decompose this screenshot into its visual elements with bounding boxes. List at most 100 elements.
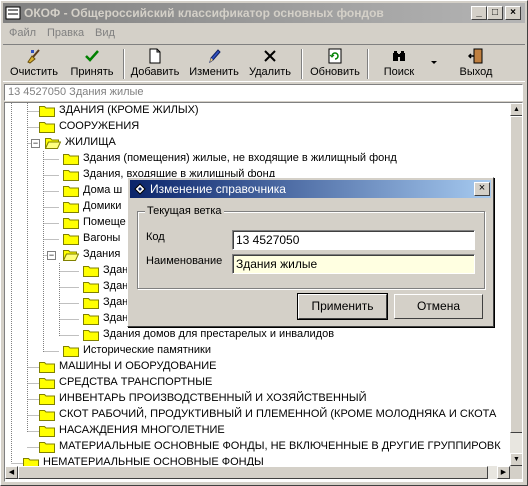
edit-button[interactable]: Изменить — [185, 47, 243, 81]
title-bar[interactable]: ОКОФ - Общероссийский классификатор осно… — [3, 3, 525, 23]
new-document-icon — [147, 48, 163, 64]
search-button[interactable]: Поиск — [371, 47, 427, 81]
exit-door-icon — [467, 48, 484, 64]
tree-item-label: МАШИНЫ И ОБОРУДОВАНИЕ — [59, 360, 217, 372]
edit-reference-dialog: Изменение справочника × Текущая ветка Ко… — [127, 177, 494, 327]
code-field[interactable]: 13 4527050 — [232, 230, 475, 250]
toolbar-separator — [367, 49, 369, 79]
tree-item-label: ИНВЕНТАРЬ ПРОИЗВОДСТВЕННЫЙ И ХОЗЯЙСТВЕНН… — [59, 392, 367, 404]
dropdown-arrow-icon — [431, 61, 437, 64]
pencil-icon — [206, 48, 222, 64]
current-branch-group — [137, 211, 485, 289]
name-field[interactable]: Здания жилые — [232, 254, 475, 274]
dialog-close-button[interactable]: × — [474, 182, 490, 196]
tree-item-label: Дома ш — [83, 184, 123, 196]
folder-icon — [39, 426, 55, 437]
folder-icon — [83, 330, 99, 341]
tree-item-label: Здан — [103, 280, 129, 292]
horizontal-scrollbar[interactable]: ◀ ▶ — [5, 466, 510, 479]
refresh-label: Обновить — [310, 66, 360, 78]
tree-item-label: МАТЕРИАЛЬНЫЕ ОСНОВНЫЕ ФОНДЫ, НЕ ВКЛЮЧЕНН… — [59, 440, 501, 452]
folder-icon — [83, 314, 99, 325]
delete-x-icon — [262, 48, 278, 64]
tree-item-label: Здания — [83, 248, 121, 260]
apply-button[interactable]: Применить — [297, 293, 388, 320]
folder-icon — [39, 122, 55, 133]
scrollbar-corner — [510, 466, 522, 479]
scroll-down-arrow-icon[interactable]: ▼ — [510, 453, 522, 466]
search-dropdown-arrow[interactable] — [427, 47, 441, 81]
menu-view[interactable]: Вид — [95, 27, 115, 39]
folder-icon — [83, 282, 99, 293]
dialog-title: Изменение справочника — [150, 182, 286, 196]
toolbar: Очистить Принять Добавить Изменить Удали… — [3, 44, 525, 82]
check-icon — [84, 48, 100, 64]
dialog-title-bar[interactable]: Изменение справочника × — [130, 180, 491, 198]
scroll-right-arrow-icon[interactable]: ▶ — [497, 466, 510, 479]
folder-icon — [39, 362, 55, 373]
tree-item-label: Здания (помещения) жилые, не входящие в … — [83, 152, 397, 164]
menu-edit[interactable]: Правка — [47, 27, 84, 39]
window-title: ОКОФ - Общероссийский классификатор осно… — [24, 6, 384, 20]
folder-icon — [63, 346, 79, 357]
refresh-button[interactable]: Обновить — [305, 47, 365, 81]
folder-icon — [39, 106, 55, 117]
accept-button[interactable]: Принять — [65, 47, 119, 81]
horizontal-scroll-thumb[interactable] — [18, 466, 488, 479]
tree-item-label: Домики — [83, 200, 122, 212]
refresh-icon — [327, 48, 343, 64]
broom-icon — [26, 48, 42, 64]
menu-bar: Файл Правка Вид — [3, 24, 525, 43]
delete-label: Удалить — [249, 66, 291, 78]
vertical-scrollbar[interactable]: ▲ ▼ — [510, 103, 522, 466]
tree-item-label: СООРУЖЕНИЯ — [59, 120, 140, 132]
folder-icon — [39, 442, 55, 453]
menu-file[interactable]: Файл — [9, 27, 36, 39]
folder-icon — [39, 378, 55, 389]
tree-item-label: Здан — [103, 264, 129, 276]
accept-label: Принять — [70, 66, 114, 78]
group-caption: Текущая ветка — [145, 205, 224, 217]
add-label: Добавить — [130, 66, 180, 78]
tree-item-label: Здан — [103, 296, 129, 308]
tree-item-label: Здан — [103, 312, 129, 324]
tree-item-label: НАСАЖДЕНИЯ МНОГОЛЕТНИЕ — [59, 424, 225, 436]
maximize-button[interactable]: □ — [487, 6, 503, 20]
search-label: Поиск — [383, 66, 415, 78]
close-button[interactable]: × — [505, 6, 521, 20]
tree-item-label: СКОТ РАБОЧИЙ, ПРОДУКТИВНЫЙ И ПЛЕМЕННОЙ (… — [59, 408, 497, 420]
cancel-button[interactable]: Отмена — [394, 294, 483, 319]
scroll-up-arrow-icon[interactable]: ▲ — [510, 103, 522, 116]
add-button[interactable]: Добавить — [127, 47, 183, 81]
folder-icon — [63, 202, 79, 213]
toolbar-separator — [301, 49, 303, 79]
minimize-button[interactable]: _ — [471, 6, 487, 20]
exit-button[interactable]: Выход — [449, 47, 503, 81]
clear-button[interactable]: Очистить — [5, 47, 63, 81]
folder-icon — [63, 154, 79, 165]
vertical-scroll-thumb[interactable] — [510, 116, 522, 433]
dialog-app-icon — [133, 182, 147, 196]
code-label: Код — [146, 231, 165, 243]
toolbar-separator — [123, 49, 125, 79]
current-path-field[interactable]: 13 4527050 Здания жилые — [4, 84, 523, 101]
folder-icon — [63, 170, 79, 181]
folder-icon — [83, 298, 99, 309]
collapse-toggle[interactable]: − — [47, 251, 56, 260]
tree-item-label: Здания домов для престарелых и инвалидов — [103, 328, 335, 340]
delete-button[interactable]: Удалить — [243, 47, 297, 81]
edit-label: Изменить — [189, 66, 239, 78]
exit-label: Выход — [459, 66, 493, 78]
app-icon — [5, 5, 21, 21]
folder-icon — [63, 218, 79, 229]
tree-item-label: Помеще — [83, 216, 126, 228]
clear-label: Очистить — [10, 66, 58, 78]
name-label: Наименование — [146, 255, 223, 267]
tree-item-label: Исторические памятники — [83, 344, 211, 356]
folder-icon — [39, 394, 55, 405]
tree-item-label: ЗДАНИЯ (КРОМЕ ЖИЛЫХ) — [59, 104, 199, 116]
tree-item-label: ЖИЛИЩА — [65, 136, 116, 148]
collapse-toggle[interactable]: − — [31, 139, 40, 148]
folder-icon — [63, 186, 79, 197]
scroll-left-arrow-icon[interactable]: ◀ — [5, 466, 18, 479]
